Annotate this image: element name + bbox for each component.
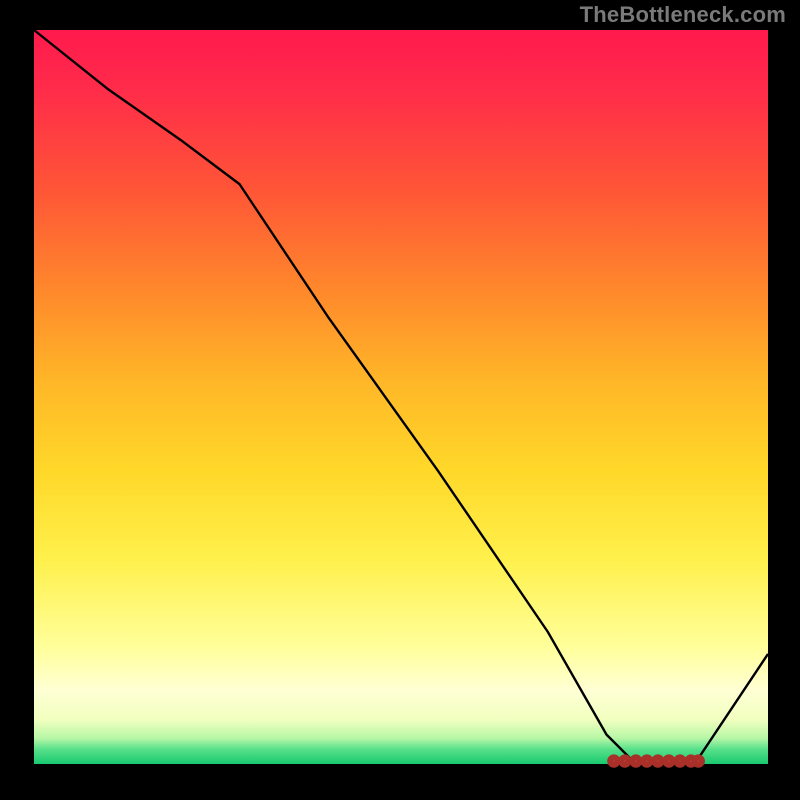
min-dot [633, 758, 639, 764]
min-dot [611, 758, 617, 764]
min-dot [622, 758, 628, 764]
watermark-text: TheBottleneck.com [580, 2, 786, 28]
chart-svg [34, 30, 768, 764]
min-dot [695, 758, 701, 764]
min-dot [644, 758, 650, 764]
min-dot [666, 758, 672, 764]
bottleneck-curve [34, 30, 768, 764]
min-dot [655, 758, 661, 764]
chart-root: TheBottleneck.com [0, 0, 800, 800]
min-dot [677, 758, 683, 764]
min-band-dots [611, 758, 701, 764]
